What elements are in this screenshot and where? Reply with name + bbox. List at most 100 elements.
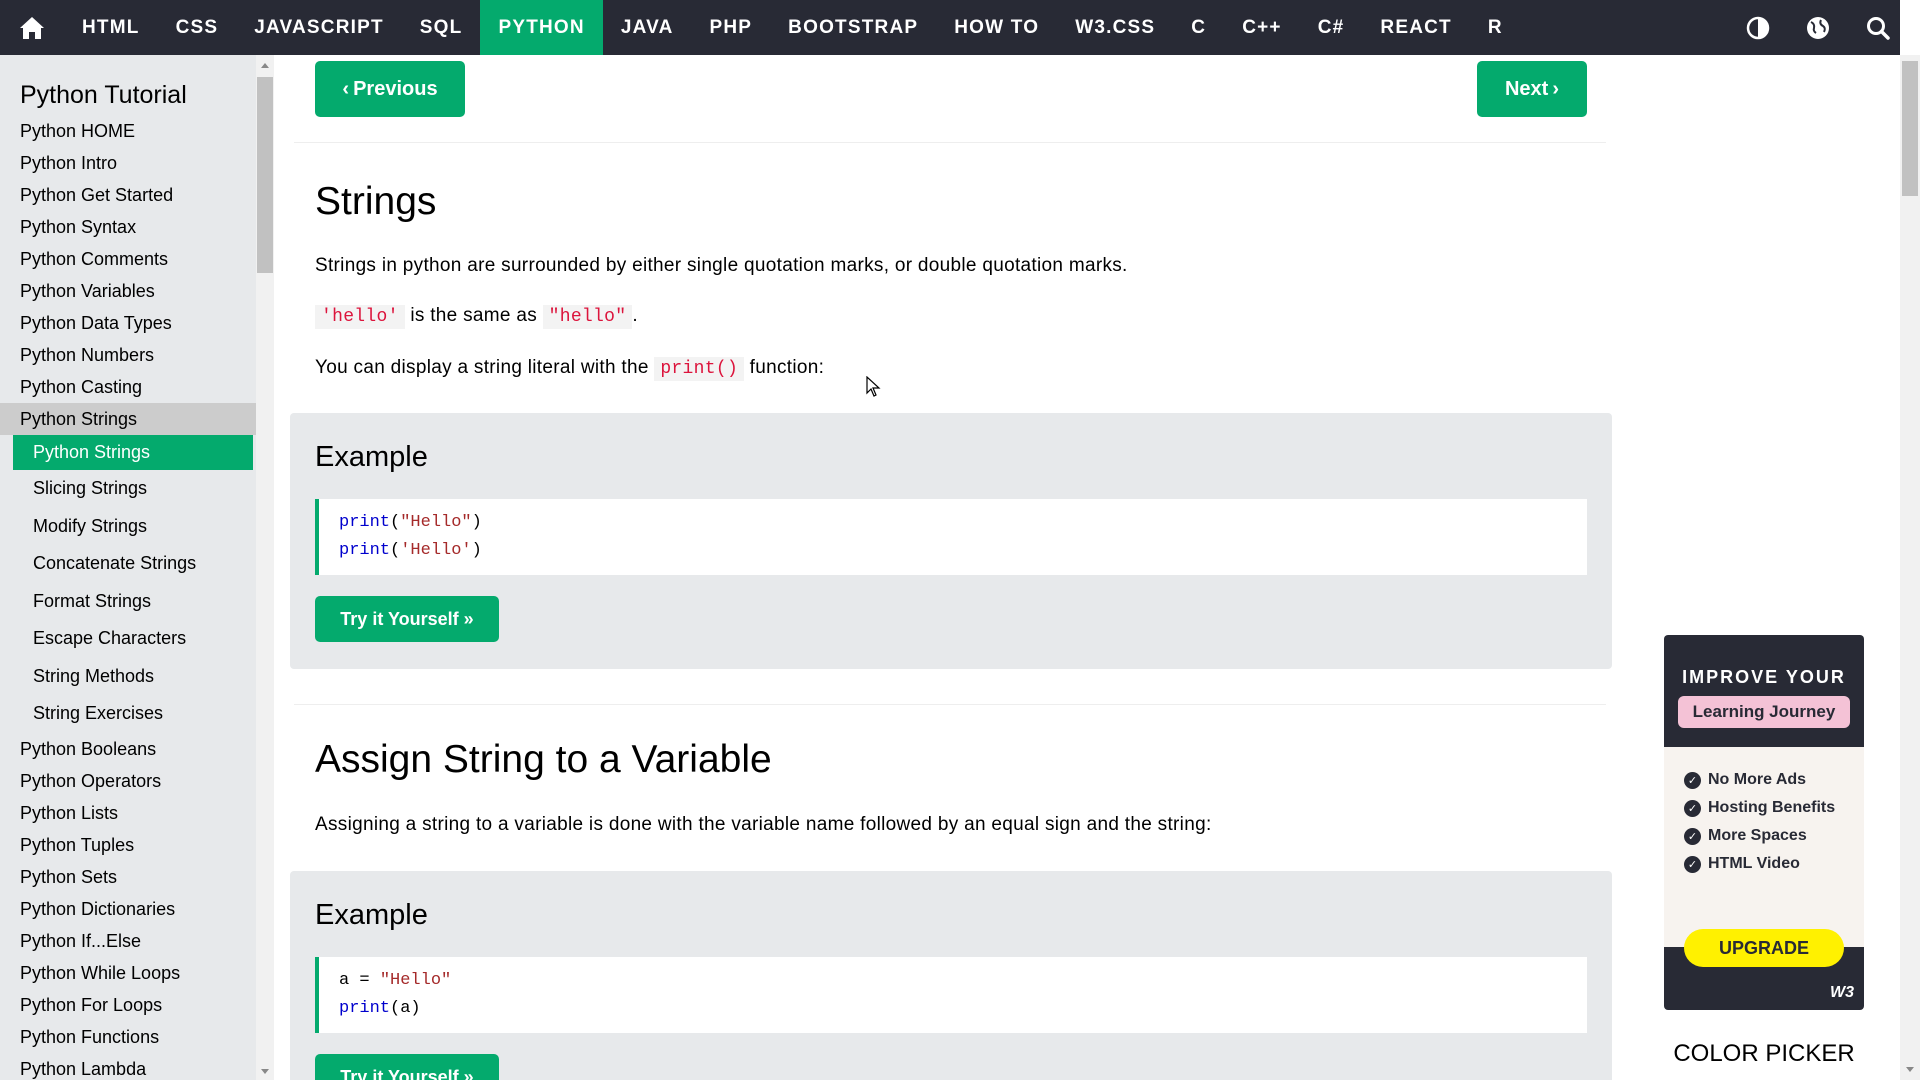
main-content: ‹ Previous Next › Strings Strings in pytho… xyxy=(290,55,1612,1080)
check-icon: ✓ xyxy=(1684,827,1701,845)
upgrade-button[interactable]: UPGRADE xyxy=(1684,929,1844,967)
nav-item-r[interactable]: R xyxy=(1470,0,1521,55)
sidebar-subitem-format-strings[interactable]: Format Strings xyxy=(13,583,253,621)
nav-item-c#[interactable]: C# xyxy=(1300,0,1363,55)
heading-strings: Strings xyxy=(315,180,437,223)
sidebar-item-python-booleans[interactable]: Python Booleans xyxy=(0,733,256,765)
w3schools-logo: W3 xyxy=(1830,984,1854,1001)
inline-code: 'hello' xyxy=(315,305,405,329)
check-icon: ✓ xyxy=(1684,855,1701,873)
sidebar-subitem-string-exercises[interactable]: String Exercises xyxy=(13,695,253,733)
inline-code: print() xyxy=(654,357,745,381)
language-button[interactable] xyxy=(1806,16,1830,40)
nav-item-python[interactable]: PYTHON xyxy=(480,0,603,55)
sidebar-item-python-sets[interactable]: Python Sets xyxy=(0,861,256,893)
contrast-icon xyxy=(1746,16,1770,39)
sidebar-item-python-operators[interactable]: Python Operators xyxy=(0,765,256,797)
nav-item-java[interactable]: JAVA xyxy=(603,0,692,55)
sidebar-subitem-modify-strings[interactable]: Modify Strings xyxy=(13,508,253,546)
page-scrollbar[interactable] xyxy=(1900,55,1920,1080)
paragraph-intro: Strings in python are surrounded by eith… xyxy=(315,255,1128,276)
contrast-toggle-button[interactable] xyxy=(1746,16,1770,40)
scroll-down-arrow-icon[interactable] xyxy=(261,1069,269,1074)
divider xyxy=(294,142,1606,143)
sidebar-item-python-strings[interactable]: Python Strings xyxy=(0,403,256,435)
inline-code: "hello" xyxy=(542,305,633,329)
sidebar-item-python-comments[interactable]: Python Comments xyxy=(0,243,256,275)
sidebar-item-python-lists[interactable]: Python Lists xyxy=(0,797,256,829)
sidebar-subitem-python-strings[interactable]: Python Strings xyxy=(13,435,253,470)
scroll-up-arrow-icon[interactable] xyxy=(261,63,269,68)
chevron-right-icon: › xyxy=(1552,77,1560,100)
sidebar-subitem-escape-characters[interactable]: Escape Characters xyxy=(13,620,253,658)
nav-item-javascript[interactable]: JAVASCRIPT xyxy=(236,0,402,55)
sidebar-item-python-lambda[interactable]: Python Lambda xyxy=(0,1053,256,1080)
sidebar-subitem-concatenate-strings[interactable]: Concatenate Strings xyxy=(13,545,253,583)
heading-assign: Assign String to a Variable xyxy=(315,738,772,781)
try-it-yourself-button[interactable]: Try it Yourself » xyxy=(315,596,499,642)
sidebar-item-python-while-loops[interactable]: Python While Loops xyxy=(0,957,256,989)
ad-feature-item: ✓ More Spaces xyxy=(1684,827,1807,845)
code-line: a = "Hello" xyxy=(339,971,452,990)
sidebar-item-python-data-types[interactable]: Python Data Types xyxy=(0,307,256,339)
sidebar-scrollbar[interactable] xyxy=(256,55,274,1080)
nav-item-bootstrap[interactable]: BOOTSTRAP xyxy=(770,0,936,55)
sidebar-item-python-syntax[interactable]: Python Syntax xyxy=(0,211,256,243)
check-icon: ✓ xyxy=(1684,771,1701,789)
sidebar-item-python-numbers[interactable]: Python Numbers xyxy=(0,339,256,371)
previous-button[interactable]: ‹ Previous xyxy=(315,61,465,117)
try-it-yourself-button[interactable]: Try it Yourself » xyxy=(315,1054,499,1080)
sidebar-item-python-intro[interactable]: Python Intro xyxy=(0,147,256,179)
sidebar-subitem-slicing-strings[interactable]: Slicing Strings xyxy=(13,470,253,508)
sidebar-subitem-string-methods[interactable]: String Methods xyxy=(13,658,253,696)
nav-item-php[interactable]: PHP xyxy=(692,0,771,55)
upgrade-advertisement[interactable]: IMPROVE YOUR Learning Journey ✓ No More A… xyxy=(1664,635,1864,1010)
sidebar-item-python-get-started[interactable]: Python Get Started xyxy=(0,179,256,211)
sidebar-title: Python Tutorial xyxy=(20,81,187,109)
scroll-down-arrow-icon[interactable] xyxy=(1906,1067,1914,1072)
code-block: print("Hello") print('Hello') xyxy=(315,499,1587,575)
nav-item-html[interactable]: HTML xyxy=(64,0,158,55)
sidebar: Python Tutorial Python HOME Python Intro P… xyxy=(0,55,256,1080)
ad-headline: IMPROVE YOUR xyxy=(1682,667,1846,687)
sidebar-item-python-dictionaries[interactable]: Python Dictionaries xyxy=(0,893,256,925)
sidebar-item-python-home[interactable]: Python HOME xyxy=(0,115,256,147)
home-button[interactable] xyxy=(0,0,64,55)
sidebar-item-python-if-else[interactable]: Python If...Else xyxy=(0,925,256,957)
nav-item-css[interactable]: CSS xyxy=(158,0,237,55)
nav-item-sql[interactable]: SQL xyxy=(402,0,481,55)
sidebar-item-python-functions[interactable]: Python Functions xyxy=(0,1021,256,1053)
next-button[interactable]: Next › xyxy=(1477,61,1587,117)
top-navigation: HTML CSS JAVASCRIPT SQL PYTHON JAVA PHP BOOTSTR… xyxy=(0,0,1900,55)
ad-feature-item: ✓ No More Ads xyxy=(1684,771,1806,789)
nav-item-react[interactable]: REACT xyxy=(1362,0,1469,55)
nav-item-w3-css[interactable]: W3.CSS xyxy=(1057,0,1173,55)
paragraph-equivalence: 'hello' is the same as "hello". xyxy=(315,305,638,329)
sidebar-item-python-for-loops[interactable]: Python For Loops xyxy=(0,989,256,1021)
paragraph-print: You can display a string literal with th… xyxy=(315,357,825,381)
example-box: Example print("Hello") print('Hello') Tr… xyxy=(290,413,1612,669)
search-button[interactable] xyxy=(1866,16,1890,40)
sidebar-item-python-variables[interactable]: Python Variables xyxy=(0,275,256,307)
code-line: print(a) xyxy=(339,999,421,1018)
sidebar-item-python-casting[interactable]: Python Casting xyxy=(0,371,256,403)
mouse-cursor-icon xyxy=(866,376,881,397)
sidebar-scroll-thumb[interactable] xyxy=(257,77,273,273)
check-icon: ✓ xyxy=(1684,799,1701,817)
nav-item-c++[interactable]: C++ xyxy=(1224,0,1300,55)
search-icon xyxy=(1867,16,1890,40)
home-icon xyxy=(20,16,44,39)
sidebar-item-python-tuples[interactable]: Python Tuples xyxy=(0,829,256,861)
ad-feature-item: ✓ HTML Video xyxy=(1684,855,1800,873)
sidebar-submenu: Python Strings Slicing Strings Modify Stri… xyxy=(13,435,253,733)
nav-item-how-to[interactable]: HOW TO xyxy=(936,0,1057,55)
example-title: Example xyxy=(315,899,428,931)
nav-item-c[interactable]: C xyxy=(1173,0,1224,55)
page-scroll-thumb[interactable] xyxy=(1902,61,1918,196)
color-picker-heading: COLOR PICKER xyxy=(1673,1040,1855,1067)
example-box: Example a = "Hello" print(a) Try it Your… xyxy=(290,871,1612,1080)
code-line: print("Hello") xyxy=(339,513,482,532)
divider xyxy=(294,704,1606,705)
chevron-left-icon: ‹ xyxy=(342,77,350,100)
ad-feature-item: ✓ Hosting Benefits xyxy=(1684,799,1835,817)
